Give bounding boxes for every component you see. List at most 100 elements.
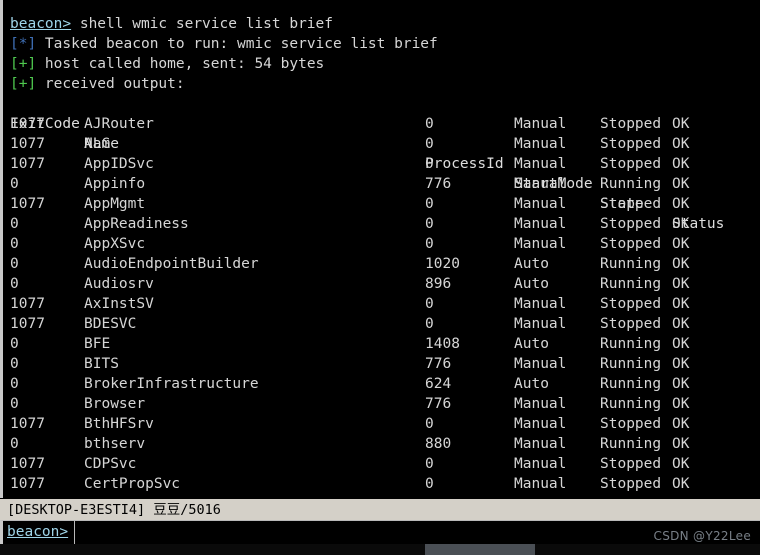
cell-startmode: Manual (514, 236, 567, 252)
cell-exitcode: 1077 (10, 196, 45, 212)
cell-state: Stopped (600, 136, 662, 152)
table-row: 1077 AppMgmt 0 Manual Stopped OK (3, 194, 760, 214)
table-row: 0 BrokerInfrastructure 624 Auto Running OK (3, 374, 760, 394)
watermark-label: CSDN @Y22Lee (653, 529, 751, 543)
cell-startmode: Manual (514, 316, 567, 332)
cell-exitcode: 0 (10, 236, 19, 252)
cell-status: OK (672, 396, 690, 412)
cell-exitcode: 0 (10, 216, 19, 232)
scrollbar-thumb[interactable] (425, 544, 535, 555)
table-row: 1077 CertPropSvc 0 Manual Stopped OK (3, 474, 760, 494)
cell-status: OK (672, 176, 690, 192)
cell-exitcode: 1077 (10, 316, 45, 332)
cell-startmode: Auto (514, 376, 549, 392)
cell-startmode: Auto (514, 256, 549, 272)
cell-state: Stopped (600, 416, 662, 432)
table-row: 0 Appinfo 776 Manual Running OK (3, 174, 760, 194)
cell-state: Stopped (600, 216, 662, 232)
cell-processid: 776 (425, 356, 452, 372)
status-bar: [DESKTOP-E3ESTI4] 豆豆/5016 (0, 498, 760, 520)
horizontal-scrollbar[interactable] (0, 544, 760, 555)
cell-name: AppReadiness (84, 216, 189, 232)
input-prompt-label: beacon> (3, 521, 76, 544)
cell-exitcode: 1077 (10, 416, 45, 432)
cell-startmode: Auto (514, 336, 549, 352)
cell-status: OK (672, 336, 690, 352)
cell-name: CDPSvc (84, 456, 137, 472)
cell-name: Audiosrv (84, 276, 154, 292)
cell-name: BFE (84, 336, 111, 352)
cell-startmode: Manual (514, 476, 567, 492)
cell-status: OK (672, 276, 690, 292)
table-row: 0 AppReadiness 0 Manual Stopped OK (3, 214, 760, 234)
cell-exitcode: 0 (10, 396, 19, 412)
message-line-called-home: [+] host called home, sent: 54 bytes (3, 54, 760, 74)
cell-state: Running (600, 276, 662, 292)
beacon-console-window: beacon> shell wmic service list brief [*… (0, 0, 760, 555)
cell-status: OK (672, 256, 690, 272)
cell-status: OK (672, 356, 690, 372)
cell-processid: 0 (425, 156, 434, 172)
table-row: 1077 ALG 0 Manual Stopped OK (3, 134, 760, 154)
cell-name: BITS (84, 356, 119, 372)
cell-processid: 0 (425, 136, 434, 152)
command-echo-line: beacon> shell wmic service list brief (3, 14, 760, 34)
cell-exitcode: 0 (10, 336, 19, 352)
cell-state: Stopped (600, 296, 662, 312)
cell-startmode: Manual (514, 456, 567, 472)
table-row: 1077 BthHFSrv 0 Manual Stopped OK (3, 414, 760, 434)
cell-name: CertPropSvc (84, 476, 181, 492)
cell-exitcode: 1077 (10, 476, 45, 492)
cell-exitcode: 1077 (10, 156, 45, 172)
message-text: Tasked beacon to run: wmic service list … (36, 36, 438, 52)
cell-startmode: Manual (514, 396, 567, 412)
cell-name: BDESVC (84, 316, 137, 332)
cell-exitcode: 0 (10, 376, 19, 392)
cell-status: OK (672, 476, 690, 492)
console-output-pane[interactable]: beacon> shell wmic service list brief [*… (0, 0, 760, 498)
cell-startmode: Manual (514, 116, 567, 132)
cell-state: Stopped (600, 156, 662, 172)
cell-processid: 776 (425, 176, 452, 192)
cell-status: OK (672, 156, 690, 172)
service-table: ExitCode Name ProcessId StartMode State … (3, 94, 760, 494)
cell-status: OK (672, 416, 690, 432)
cell-state: Running (600, 336, 662, 352)
table-body: 1077 AJRouter 0 Manual Stopped OK 1077 ALG 0 Manu… (3, 114, 760, 494)
cell-state: Running (600, 256, 662, 272)
cell-state: Stopped (600, 196, 662, 212)
cell-startmode: Manual (514, 436, 567, 452)
cell-exitcode: 0 (10, 356, 19, 372)
cell-status: OK (672, 116, 690, 132)
cell-exitcode: 0 (10, 256, 19, 272)
cell-name: AppXSvc (84, 236, 146, 252)
cell-processid: 0 (425, 196, 434, 212)
cell-exitcode: 0 (10, 176, 19, 192)
cell-processid: 0 (425, 116, 434, 132)
cell-startmode: Manual (514, 196, 567, 212)
cell-startmode: Manual (514, 416, 567, 432)
cell-name: AJRouter (84, 116, 154, 132)
cell-exitcode: 1077 (10, 116, 45, 132)
table-row: 1077 AxInstSV 0 Manual Stopped OK (3, 294, 760, 314)
message-text: received output: (36, 76, 185, 92)
table-row: 1077 AJRouter 0 Manual Stopped OK (3, 114, 760, 134)
command-input-row[interactable]: beacon> (0, 520, 760, 544)
cell-name: bthserv (84, 436, 146, 452)
cell-processid: 0 (425, 456, 434, 472)
table-row: 1077 BDESVC 0 Manual Stopped OK (3, 314, 760, 334)
cell-state: Stopped (600, 316, 662, 332)
cell-state: Running (600, 396, 662, 412)
cell-name: BthHFSrv (84, 416, 154, 432)
cell-status: OK (672, 216, 690, 232)
table-header-row: ExitCode Name ProcessId StartMode State … (3, 94, 760, 232)
cell-processid: 0 (425, 216, 434, 232)
cell-state: Stopped (600, 476, 662, 492)
cell-status: OK (672, 316, 690, 332)
cell-processid: 1408 (425, 336, 460, 352)
cell-status: OK (672, 196, 690, 212)
cell-state: Stopped (600, 236, 662, 252)
cell-status: OK (672, 296, 690, 312)
cell-name: BrokerInfrastructure (84, 376, 259, 392)
cell-processid: 880 (425, 436, 452, 452)
